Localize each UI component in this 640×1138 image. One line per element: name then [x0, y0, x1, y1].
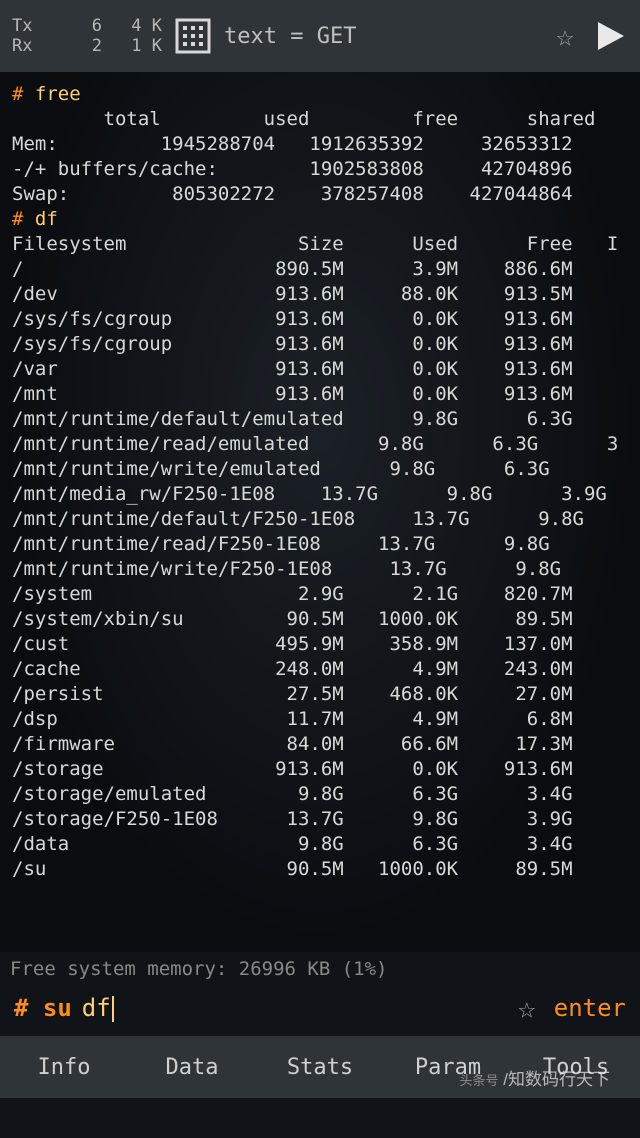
enter-button[interactable]: enter	[554, 994, 626, 1022]
page-title: text = GET	[224, 24, 356, 49]
input-prompt: # su	[14, 994, 72, 1022]
free-rows: Mem: 1945288704 1912635392 32653312 -/+ …	[12, 132, 636, 207]
prompt-hash: #	[12, 208, 35, 230]
terminal-output[interactable]: # free total used free shared bu Mem: 19…	[0, 72, 640, 952]
rx-label: Rx	[12, 36, 52, 56]
tab-data[interactable]: Data	[128, 1055, 256, 1080]
df-command: df	[35, 208, 58, 230]
tab-tools[interactable]: Tools	[512, 1055, 640, 1080]
command-input[interactable]: df	[82, 994, 114, 1022]
txrx-counts: 6 2	[52, 16, 102, 56]
rx-rate: 1 K	[102, 36, 162, 56]
free-command: free	[35, 83, 81, 105]
command-input-row: # su df ☆ enter	[0, 980, 640, 1036]
free-header: total used free shared bu	[12, 108, 640, 130]
tab-stats[interactable]: Stats	[256, 1055, 384, 1080]
memory-status: Free system memory: 26996 KB (1%)	[0, 958, 640, 980]
prompt-hash: #	[12, 83, 35, 105]
grid-icon[interactable]	[174, 17, 212, 55]
tab-info[interactable]: Info	[0, 1055, 128, 1080]
df-rows: / 890.5M 3.9M 886.6M /dev 913.6M 88.0K 9…	[12, 257, 636, 882]
tx-label: Tx	[12, 16, 52, 36]
tx-count: 6	[82, 16, 102, 36]
command-input-value: df	[82, 994, 111, 1022]
tab-param[interactable]: Param	[384, 1055, 512, 1080]
rx-count: 2	[82, 36, 102, 56]
input-favorite-icon[interactable]: ☆	[518, 991, 536, 1026]
txrx-rates: 4 K 1 K	[102, 16, 162, 56]
favorite-icon[interactable]: ☆	[556, 19, 574, 54]
df-header: Filesystem Size Used Free I	[12, 233, 618, 255]
cursor	[112, 996, 114, 1022]
txrx-labels: Tx Rx	[12, 16, 52, 56]
bottom-tabs: Info Data Stats Param Tools	[0, 1036, 640, 1098]
tx-rate: 4 K	[102, 16, 162, 36]
run-button[interactable]	[592, 18, 628, 54]
top-toolbar: Tx Rx 6 2 4 K 1 K text = GET ☆	[0, 0, 640, 72]
